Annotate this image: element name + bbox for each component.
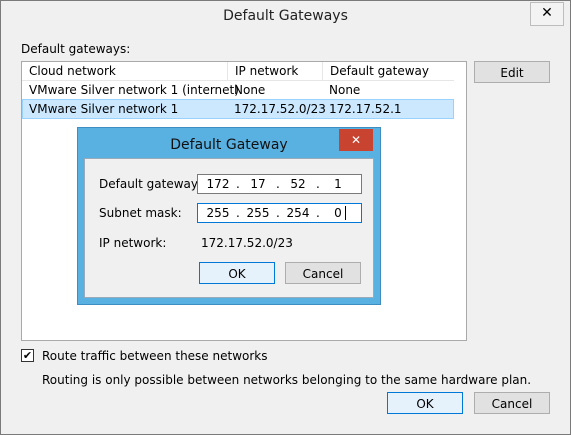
cell-ip-network: 172.17.52.0/23 bbox=[234, 102, 326, 116]
octet-separator: . bbox=[276, 206, 280, 220]
mask-octet-2: 255 bbox=[246, 206, 270, 220]
gateway-octet-1: 172 bbox=[206, 177, 230, 191]
cell-default-gateway: None bbox=[329, 83, 361, 97]
routing-note: Routing is only possible between network… bbox=[42, 373, 532, 387]
cell-default-gateway: 172.17.52.1 bbox=[329, 102, 402, 116]
text-caret bbox=[345, 206, 346, 220]
cell-ip-network: None bbox=[234, 83, 266, 97]
default-gateway-dialog: Default Gateway ✕ Default gateway: 172 .… bbox=[77, 127, 381, 305]
gateways-label: Default gateways: bbox=[21, 42, 131, 56]
gateway-octet-2: 17 bbox=[250, 177, 266, 191]
mask-octet-3: 254 bbox=[286, 206, 310, 220]
octet-separator: . bbox=[316, 206, 320, 220]
ip-network-label: IP network: bbox=[99, 236, 167, 250]
dialog-cancel-button[interactable]: Cancel bbox=[285, 262, 361, 284]
mask-octet-1: 255 bbox=[206, 206, 230, 220]
column-header-default-gateway[interactable]: Default gateway bbox=[322, 62, 454, 81]
octet-separator: . bbox=[236, 206, 240, 220]
route-traffic-label[interactable]: Route traffic between these networks bbox=[42, 349, 268, 363]
dialog-body: Default gateway: 172 . 17 . 52 . 1 Subne… bbox=[84, 158, 374, 298]
checkmark-icon: ✔ bbox=[22, 349, 33, 362]
close-icon[interactable]: ✕ bbox=[530, 2, 564, 26]
gateway-ip-input[interactable]: 172 . 17 . 52 . 1 bbox=[197, 174, 362, 194]
ok-button[interactable]: OK bbox=[387, 392, 463, 414]
gateway-label: Default gateway: bbox=[99, 177, 202, 191]
octet-separator: . bbox=[276, 177, 280, 191]
column-header-ip-network[interactable]: IP network bbox=[227, 62, 322, 81]
subnet-mask-input[interactable]: 255 . 255 . 254 . 0 bbox=[197, 203, 362, 223]
dialog-ok-button[interactable]: OK bbox=[199, 262, 275, 284]
edit-button[interactable]: Edit bbox=[474, 61, 550, 83]
cell-cloud-network: VMware Silver network 1 bbox=[29, 102, 179, 116]
column-header-cloud-network[interactable]: Cloud network bbox=[22, 62, 227, 81]
dialog-close-icon[interactable]: ✕ bbox=[339, 129, 373, 151]
ip-network-value: 172.17.52.0/23 bbox=[201, 236, 293, 250]
subnet-mask-label: Subnet mask: bbox=[99, 206, 182, 220]
vertical-scrollbar[interactable] bbox=[455, 62, 466, 340]
route-traffic-checkbox[interactable]: ✔ bbox=[21, 349, 34, 362]
gateway-octet-4: 1 bbox=[334, 177, 342, 191]
cell-cloud-network: VMware Silver network 1 (internet) bbox=[29, 83, 239, 97]
title-bar: Default Gateways ✕ bbox=[1, 1, 570, 31]
dialog-title: Default Gateway bbox=[170, 137, 288, 153]
gateway-octet-3: 52 bbox=[290, 177, 306, 191]
mask-octet-4: 0 bbox=[334, 206, 342, 220]
octet-separator: . bbox=[316, 177, 320, 191]
window-title: Default Gateways bbox=[223, 8, 348, 24]
cancel-button[interactable]: Cancel bbox=[474, 392, 550, 414]
octet-separator: . bbox=[236, 177, 240, 191]
